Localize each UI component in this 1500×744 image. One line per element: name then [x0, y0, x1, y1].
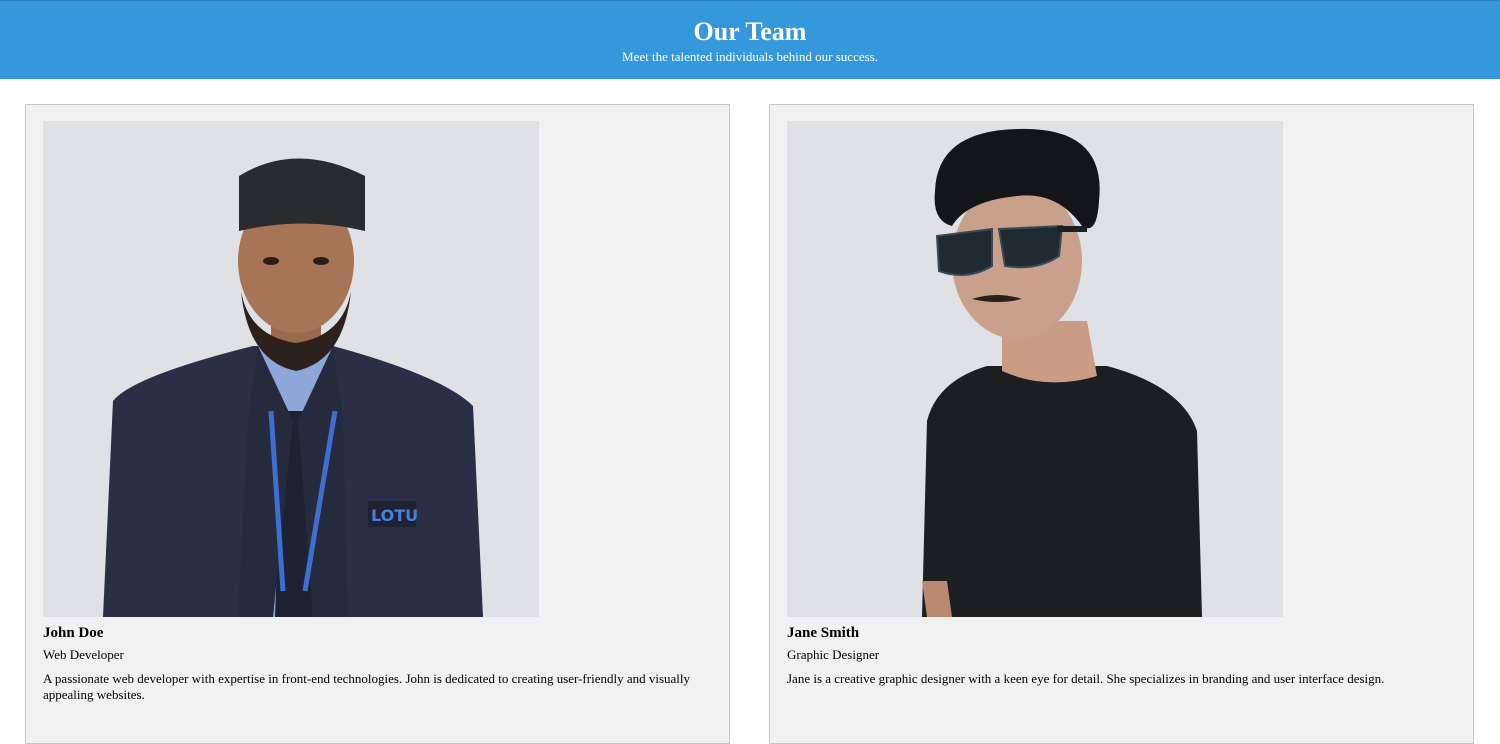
member-role: Web Developer [43, 647, 124, 662]
person-photo-tshirt [787, 121, 1283, 617]
member-bio: A passionate web developer with expertis… [43, 671, 691, 702]
pocket-badge-text: LOTU [371, 506, 418, 525]
team-member-card: Jane Smith Graphic Designer Jane is a cr… [769, 104, 1474, 744]
member-name: Jane Smith [787, 625, 860, 641]
member-photo: LOTU [43, 121, 539, 617]
page-subtitle: Meet the talented individuals behind our… [622, 49, 878, 64]
member-photo [787, 121, 1283, 617]
page-header: Our Team Meet the talented individuals b… [0, 0, 1500, 79]
member-bio: Jane is a creative graphic designer with… [787, 671, 1385, 686]
person-photo-suit: LOTU [43, 121, 539, 617]
member-role: Graphic Designer [787, 647, 880, 662]
member-name: John Doe [43, 625, 104, 641]
page-title: Our Team [693, 17, 807, 46]
team-member-card: LOTU John Doe Web Developer A passionate… [25, 104, 730, 744]
